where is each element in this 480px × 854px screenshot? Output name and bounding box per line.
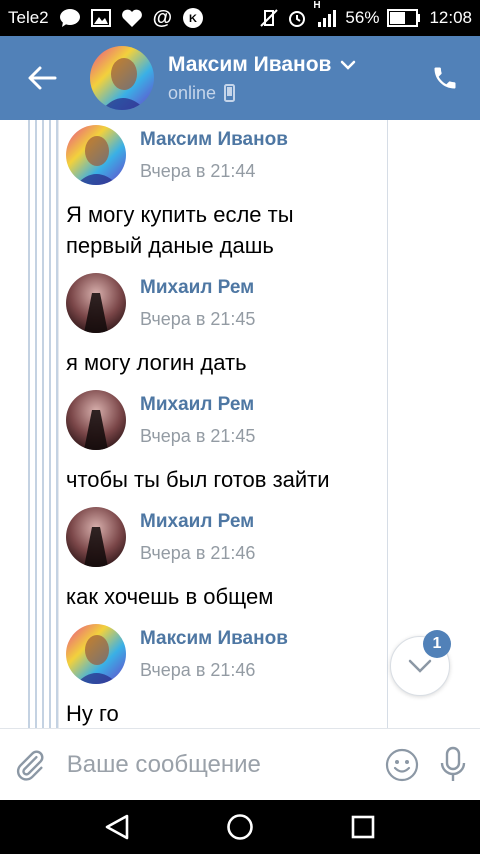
back-button[interactable] (0, 36, 84, 120)
carrier-label: Tele2 (8, 8, 49, 27)
heart-icon (121, 8, 143, 28)
list-item[interactable]: Максим Иванов Вчера в 21:46 Ну го (66, 624, 386, 728)
clock: 12:08 (429, 8, 472, 27)
avatar[interactable] (66, 125, 126, 185)
avatar[interactable] (66, 273, 126, 333)
nav-back-button[interactable] (87, 800, 147, 854)
emoji-button[interactable] (377, 729, 427, 801)
voice-message-button[interactable] (427, 729, 480, 801)
message-line: первый даные дашь (66, 233, 274, 258)
message-text: Ну го (66, 698, 119, 728)
nav-home-button[interactable] (210, 800, 270, 854)
message-text: как хочешь в общем (66, 581, 273, 612)
contact-avatar[interactable] (90, 46, 154, 110)
signal-icon: H (313, 0, 337, 28)
list-item[interactable]: Михаил Рем Вчера в 21:45 я могу логин да… (66, 273, 386, 381)
message-text: Я могу купить есле ты первый даные дашь (66, 199, 294, 261)
chat-bubble-icon (59, 8, 81, 28)
microphone-icon (441, 746, 466, 781)
alarm-icon (287, 8, 307, 28)
message-author[interactable]: Михаил Рем (140, 511, 254, 533)
mobile-phone-icon (224, 84, 236, 102)
avatar[interactable] (66, 507, 126, 567)
message-author[interactable]: Михаил Рем (140, 394, 254, 416)
phone-icon (434, 67, 456, 89)
svg-text:K: K (189, 13, 197, 25)
avatar[interactable] (66, 624, 126, 684)
message-input[interactable] (60, 739, 377, 790)
battery-icon (387, 9, 421, 27)
call-button[interactable] (410, 36, 480, 120)
system-nav-bar (0, 800, 480, 854)
list-item[interactable]: Максим Иванов Вчера в 21:44 Я могу купит… (66, 125, 386, 259)
nav-back-icon (106, 814, 129, 840)
smiley-icon (385, 748, 418, 781)
paperclip-icon (17, 750, 44, 781)
message-time: Вчера в 21:45 (140, 309, 256, 329)
unread-badge: 1 (423, 630, 451, 658)
chat-header: Максим Иванов online (0, 36, 480, 120)
message-line: Ну го (66, 701, 119, 726)
message-line: чтобы ты был готов зайти (66, 467, 330, 492)
chevron-down-icon (408, 659, 432, 673)
network-type-label: H (313, 0, 321, 11)
status-bar: Tele2 @ K H 56% 12:08 (0, 0, 480, 36)
message-list[interactable]: Максим Иванов Вчера в 21:44 Я могу купит… (0, 120, 480, 728)
attach-button[interactable] (0, 729, 61, 801)
at-sign-icon: @ (152, 6, 173, 29)
message-author[interactable]: Максим Иванов (140, 628, 288, 650)
battery-percent: 56% (345, 8, 380, 27)
message-time: Вчера в 21:45 (140, 426, 256, 446)
nav-recents-icon (351, 815, 374, 839)
message-composer (0, 728, 480, 800)
message-text: я могу логин дать (66, 347, 247, 378)
list-item[interactable]: Михаил Рем Вчера в 21:45 чтобы ты был го… (66, 390, 386, 498)
message-line: как хочешь в общем (66, 584, 274, 609)
message-author[interactable]: Михаил Рем (140, 277, 254, 299)
chevron-down-icon[interactable] (339, 59, 357, 71)
message-time: Вчера в 21:46 (140, 543, 256, 563)
forward-thread-lines (28, 120, 58, 728)
contact-name[interactable]: Максим Иванов (168, 53, 331, 77)
arrow-back-icon (28, 66, 57, 90)
nav-recents-button[interactable] (333, 800, 393, 854)
vibrate-off-icon (259, 8, 279, 28)
nav-home-icon (227, 814, 253, 840)
message-author[interactable]: Максим Иванов (140, 129, 288, 151)
online-status-label: online (168, 82, 217, 103)
message-line: Я могу купить есле ты (66, 202, 294, 227)
image-icon (90, 9, 111, 27)
online-status: online (168, 83, 410, 104)
message-time: Вчера в 21:44 (140, 161, 256, 181)
avatar[interactable] (66, 390, 126, 450)
list-item[interactable]: Михаил Рем Вчера в 21:46 как хочешь в об… (66, 507, 386, 615)
message-line: я могу логин дать (66, 350, 247, 375)
message-time: Вчера в 21:46 (140, 660, 256, 680)
message-text: чтобы ты был готов зайти (66, 464, 330, 495)
vk-icon: K (182, 7, 204, 29)
